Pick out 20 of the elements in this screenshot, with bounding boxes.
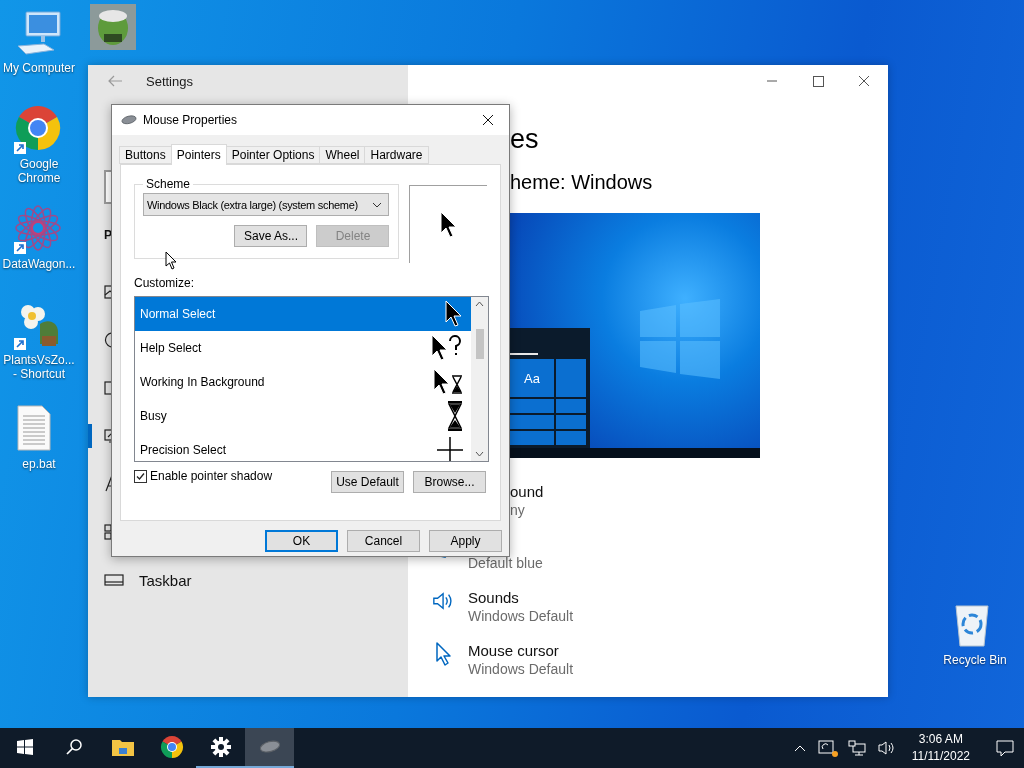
pointer-name: Normal Select (140, 307, 216, 321)
pointer-name: Working In Background (140, 375, 265, 389)
pointer-name: Help Select (140, 341, 202, 355)
current-theme-title: heme: Windows (510, 170, 653, 195)
option-value: ny (510, 501, 526, 520)
pointer-name: Precision Select (140, 443, 227, 457)
option-title: ound (510, 482, 544, 501)
option-title: Mouse cursor (468, 641, 560, 660)
option-value: Default blue (468, 554, 543, 573)
customize-label: Customize: (134, 276, 195, 290)
option-value: Windows Default (468, 607, 574, 626)
option-title: Sounds (468, 588, 520, 607)
group-label: Scheme (145, 177, 192, 191)
tile-sample-text: Aa (510, 359, 554, 397)
option-value: Windows Default (468, 660, 574, 679)
dialog-title: Mouse Properties (143, 113, 239, 127)
pointer-name: Busy (140, 409, 167, 423)
checkbox-label: Enable pointer shadow (150, 469, 273, 483)
page-heading: es (510, 123, 539, 155)
window-title: Settings (146, 73, 193, 89)
